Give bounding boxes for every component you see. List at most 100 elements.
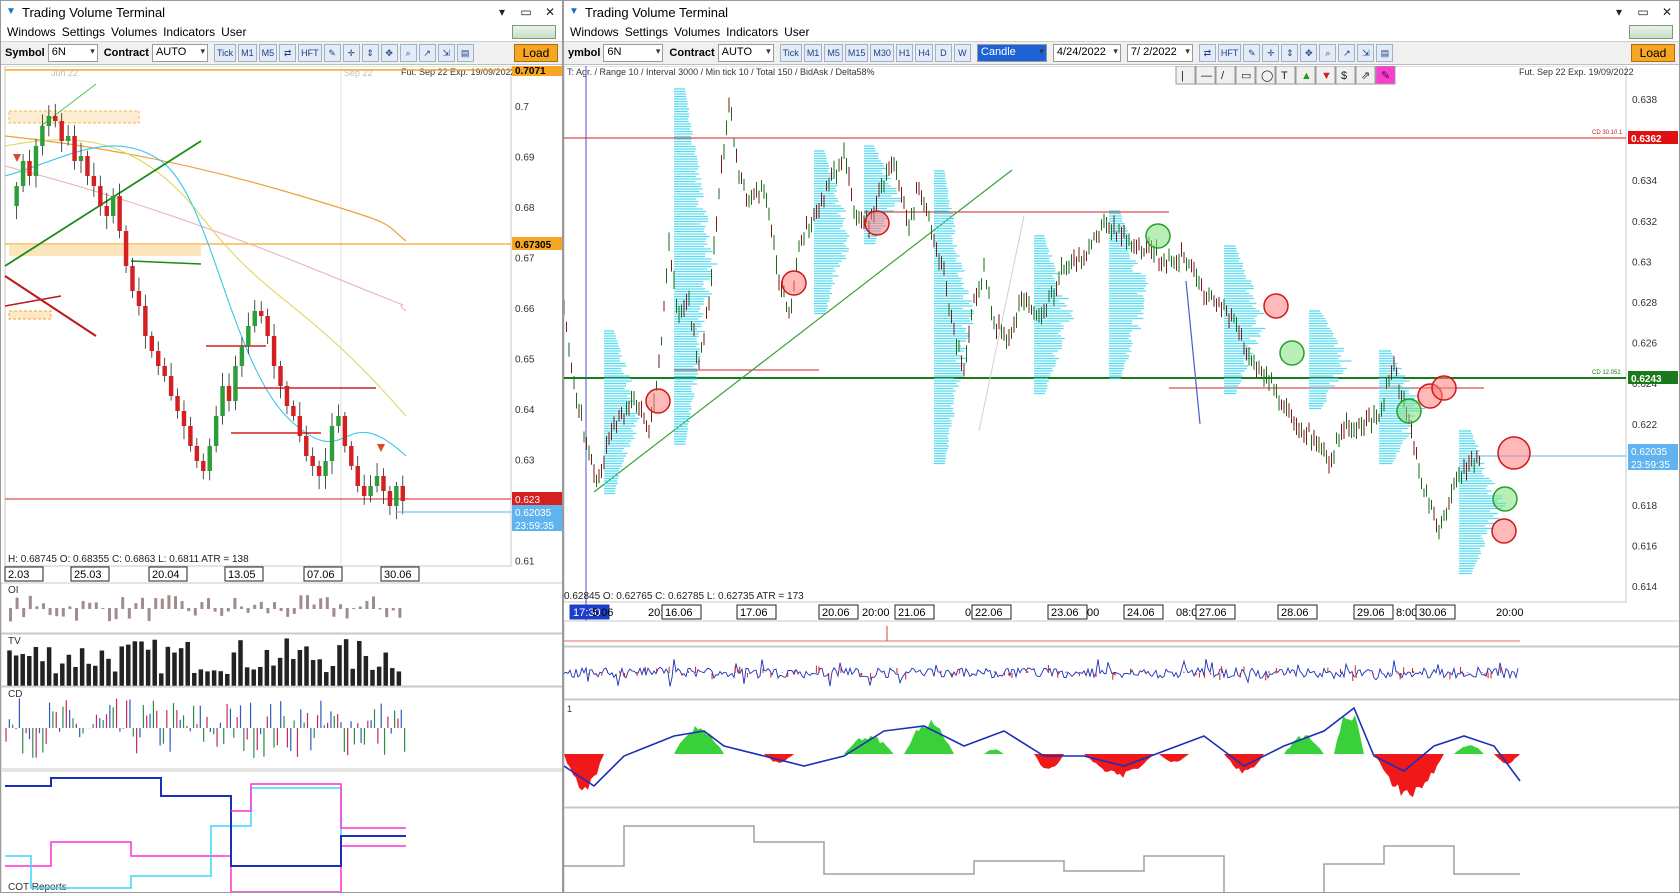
timeframe-button-4[interactable]: M30 — [870, 44, 894, 62]
toolbar-button-3[interactable]: ✛ — [1262, 44, 1280, 62]
contract-select[interactable]: AUTO — [717, 44, 774, 62]
symbol-select[interactable]: 6N — [603, 44, 664, 62]
price-tick: 0.628 — [1632, 298, 1657, 309]
toolbar-button-10[interactable]: ↗ — [418, 44, 436, 62]
candle — [130, 266, 135, 291]
symbol-select[interactable]: 6N — [47, 44, 98, 62]
volume-bar — [376, 666, 382, 687]
right-title-bar[interactable]: ▼ Trading Volume Terminal ▾ ▭ ✕ — [564, 1, 1679, 23]
toolbar-button-5[interactable]: ✥ — [1300, 44, 1318, 62]
menu-windows[interactable]: Windows — [7, 25, 56, 39]
candle — [258, 311, 264, 316]
left-title-bar[interactable]: ▼ Trading Volume Terminal ▾ ▭ ✕ — [1, 1, 562, 23]
right-chart-area[interactable]: T: Agr. / Range 10 / Interval 3000 / Min… — [564, 65, 1680, 893]
toolbar-button-2[interactable]: ✎ — [1243, 44, 1261, 62]
maximize-button[interactable]: ▭ — [514, 5, 538, 19]
indicator-panel[interactable] — [564, 620, 1680, 647]
sell-signal-icon — [864, 210, 890, 236]
timeframe-button-0[interactable]: Tick — [779, 44, 802, 62]
timeframe-button-1[interactable]: M1 — [803, 44, 823, 62]
layout-toggle-button[interactable] — [1629, 25, 1673, 39]
menu-indicators[interactable]: Indicators — [163, 25, 215, 39]
close-button[interactable]: ✕ — [538, 5, 562, 19]
timeframe-button-3[interactable]: M15 — [844, 44, 869, 62]
toolbar-button-4[interactable]: HFT — [298, 44, 322, 62]
price-tick: 0.632 — [1632, 217, 1657, 228]
oi-bar — [358, 606, 362, 609]
close-button[interactable]: ✕ — [1655, 5, 1679, 19]
toolbar-button-11[interactable]: ⇲ — [437, 44, 455, 62]
toolbar-button-6[interactable]: ✛ — [342, 44, 360, 62]
indicator-panel[interactable] — [564, 807, 1680, 893]
menu-user[interactable]: User — [221, 25, 246, 39]
price-tag-current-text: 0.62035 — [515, 508, 552, 519]
toolbar-button-1[interactable]: M1 — [238, 44, 257, 62]
indicator-panel[interactable] — [1, 686, 563, 770]
drawing-tool-button[interactable] — [1215, 65, 1236, 85]
date-from-picker[interactable]: 4/24/2022 — [1052, 44, 1121, 62]
indicator-panel[interactable] — [564, 699, 1680, 808]
symbol-label: ymbol — [568, 47, 601, 59]
contract-select[interactable]: AUTO — [151, 44, 208, 62]
timeframe-button-7[interactable]: D — [934, 44, 952, 62]
drawing-tool-button[interactable] — [1175, 65, 1196, 85]
toolbar-button-8[interactable]: ✥ — [380, 44, 398, 62]
left-chart-area[interactable]: 0.70.690.680.670.660.650.640.630.620.61J… — [1, 63, 563, 893]
layout-toggle-button[interactable] — [512, 25, 556, 39]
toolbar-button-7[interactable]: ↗ — [1338, 44, 1356, 62]
volume-bar — [59, 662, 66, 687]
toolbar-button-0[interactable]: ⇄ — [1198, 44, 1216, 62]
volume-bar — [330, 665, 336, 687]
toolbar-button-0[interactable]: Tick — [213, 44, 237, 62]
timeframe-button-6[interactable]: H4 — [915, 44, 933, 62]
chart-type-select[interactable]: Candle — [976, 44, 1047, 62]
toolbar-button-3[interactable]: ⇄ — [279, 44, 297, 62]
left-chart-canvas[interactable]: 0.70.690.680.670.660.650.640.630.620.61J… — [1, 63, 563, 893]
drawing-tool-icon: ▭ — [1241, 70, 1251, 82]
toolbar-button-9[interactable]: ▤ — [1376, 44, 1394, 62]
date-to-picker[interactable]: 7/ 2/2022 — [1126, 44, 1193, 62]
timeframe-button-8[interactable]: W — [953, 44, 971, 62]
menu-volumes[interactable]: Volumes — [111, 25, 157, 39]
price-tick: 0.618 — [1632, 501, 1657, 512]
oi-bar — [220, 608, 224, 616]
price-tick: 0.63 — [515, 456, 535, 467]
menu-settings[interactable]: Settings — [625, 25, 668, 39]
menu-indicators[interactable]: Indicators — [726, 25, 778, 39]
toolbar-button-12[interactable]: ▤ — [456, 44, 474, 62]
toolbar-button-2[interactable]: M5 — [258, 44, 278, 62]
toolbar-button-8[interactable]: ⇲ — [1357, 44, 1375, 62]
minimize-button[interactable]: ▾ — [490, 5, 514, 19]
timeframe-button-5[interactable]: H1 — [895, 44, 914, 62]
left-toolbar: Symbol 6N Contract AUTO TickM1M5⇄HFT✎✛⇕✥… — [1, 41, 562, 65]
toolbar-button-1[interactable]: HFT — [1217, 44, 1242, 62]
maximize-button[interactable]: ▭ — [1631, 5, 1655, 19]
toolbar-button-5[interactable]: ✎ — [323, 44, 341, 62]
oi-bar — [141, 597, 144, 609]
toolbar-button-9[interactable]: ⌕ — [399, 44, 417, 62]
candle — [46, 116, 52, 126]
menu-volumes[interactable]: Volumes — [674, 25, 720, 39]
indicator-panel[interactable] — [1, 770, 563, 893]
menu-settings[interactable]: Settings — [62, 25, 105, 39]
load-button[interactable]: Load — [1631, 44, 1675, 62]
load-button[interactable]: Load — [514, 44, 558, 62]
indicator-panel[interactable] — [564, 646, 1680, 700]
toolbar-button-6[interactable]: ⌕ — [1319, 44, 1337, 62]
menu-windows[interactable]: Windows — [570, 25, 619, 39]
toolbar-button-7[interactable]: ⇕ — [361, 44, 379, 62]
menu-user[interactable]: User — [784, 25, 809, 39]
toolbar-button-4[interactable]: ⇕ — [1281, 44, 1299, 62]
candle — [278, 366, 283, 386]
timeframe-button-2[interactable]: M5 — [824, 44, 843, 62]
oi-bar — [55, 608, 59, 617]
date-label: 20.04 — [152, 569, 180, 581]
oi-bar — [28, 595, 32, 609]
drawing-tool-icon: T — [1281, 70, 1288, 82]
time-label: 29.06 — [1357, 607, 1385, 619]
time-label: 30.06 — [1419, 607, 1447, 619]
right-chart-canvas[interactable]: T: Agr. / Range 10 / Interval 3000 / Min… — [564, 65, 1680, 893]
minimize-button[interactable]: ▾ — [1607, 5, 1631, 19]
volume-bar — [79, 647, 85, 687]
oi-bar — [312, 604, 316, 609]
